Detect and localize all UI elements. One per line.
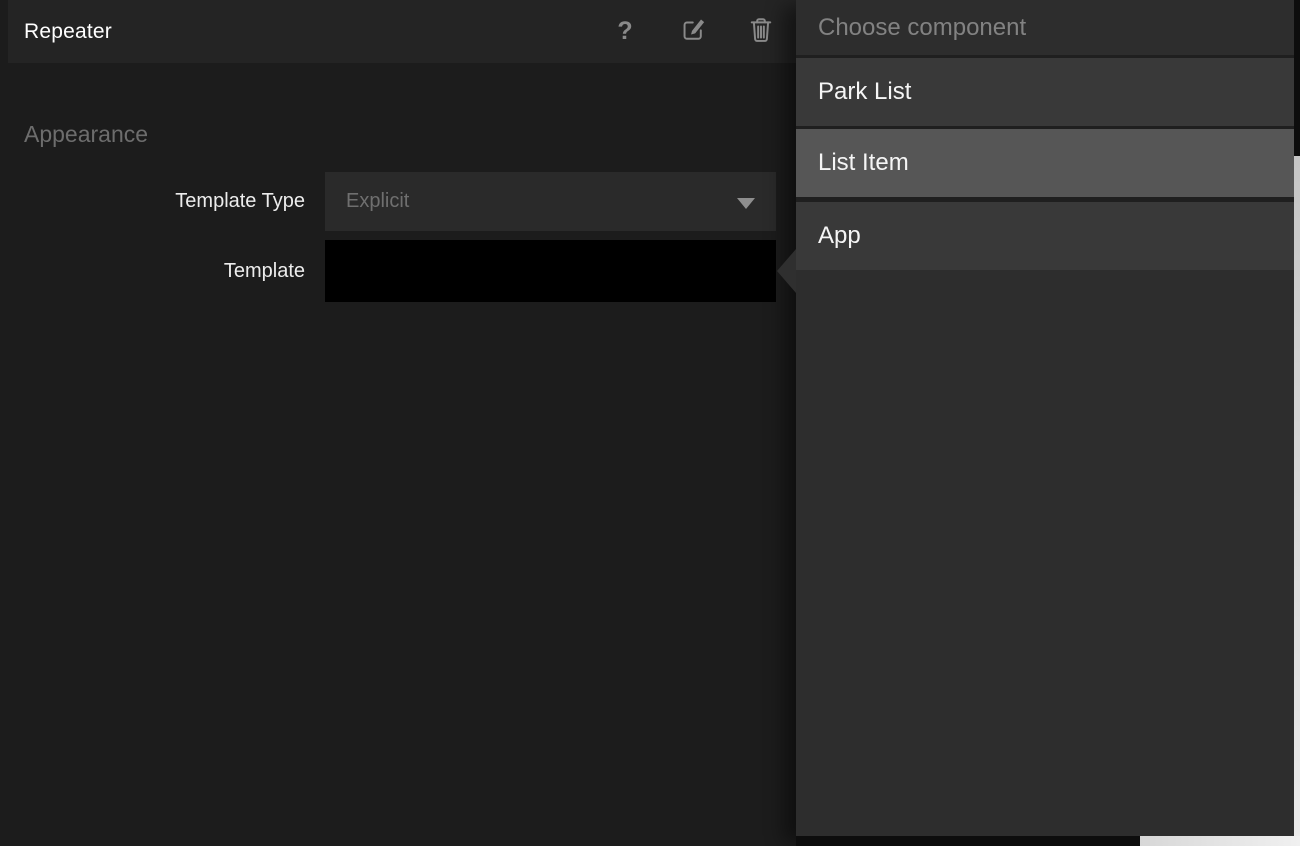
picker-item-park-list[interactable]: Park List bbox=[796, 58, 1294, 126]
template-field[interactable] bbox=[325, 240, 776, 302]
component-picker-panel: Choose component Park List List Item App bbox=[796, 0, 1294, 836]
component-picker-placeholder: Choose component bbox=[796, 0, 1294, 55]
picker-item-app[interactable]: App bbox=[796, 202, 1294, 270]
popover-arrow bbox=[777, 249, 796, 293]
edit-button[interactable] bbox=[680, 18, 706, 46]
underlying-page-dark-edge bbox=[1294, 0, 1300, 156]
appearance-section-title: Appearance bbox=[24, 121, 148, 148]
template-label: Template bbox=[0, 240, 305, 302]
help-icon: ? bbox=[617, 17, 632, 46]
picker-item-list-item[interactable]: List Item bbox=[796, 129, 1294, 197]
template-type-row: Template Type Explicit bbox=[0, 172, 796, 231]
template-type-value: Explicit bbox=[325, 190, 409, 213]
underlying-page-bottom-edge bbox=[1140, 836, 1300, 846]
template-type-label: Template Type bbox=[0, 172, 305, 231]
help-button[interactable]: ? bbox=[612, 18, 638, 46]
template-type-select[interactable]: Explicit bbox=[325, 172, 776, 231]
page-title: Repeater bbox=[8, 20, 612, 44]
chevron-down-icon bbox=[737, 198, 755, 209]
properties-topbar: Repeater ? bbox=[8, 0, 796, 63]
underlying-page-right-edge bbox=[1294, 156, 1300, 846]
trash-icon bbox=[749, 16, 773, 48]
delete-button[interactable] bbox=[748, 18, 774, 46]
topbar-actions: ? bbox=[612, 18, 796, 46]
panel-bottom-shadow bbox=[796, 836, 1140, 846]
template-row: Template bbox=[0, 240, 796, 302]
edit-icon bbox=[680, 16, 706, 47]
